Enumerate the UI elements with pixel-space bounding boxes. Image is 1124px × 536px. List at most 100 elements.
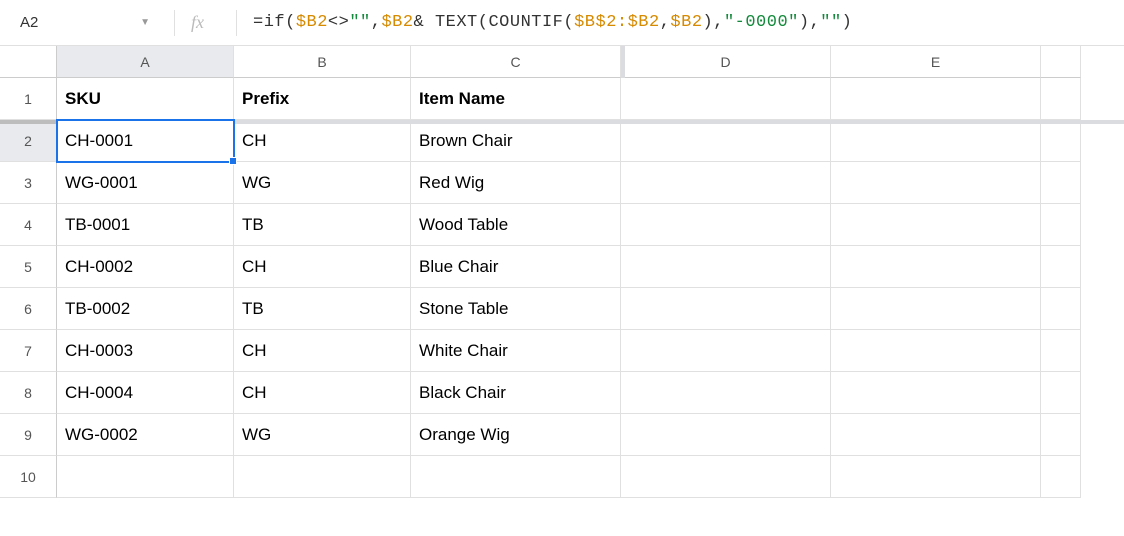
cell-b6[interactable]: TB xyxy=(234,288,411,330)
column-header-d[interactable]: D xyxy=(621,46,831,78)
cell[interactable] xyxy=(1041,288,1081,330)
cell[interactable] xyxy=(1041,120,1081,162)
cell[interactable] xyxy=(1041,456,1081,498)
divider xyxy=(174,10,175,36)
cell-d1[interactable] xyxy=(621,78,831,120)
cell-c9[interactable]: Orange Wig xyxy=(411,414,621,456)
row-header-1[interactable]: 1 xyxy=(0,78,57,120)
freeze-bar-vertical[interactable] xyxy=(621,46,625,78)
cell[interactable] xyxy=(1041,414,1081,456)
cell-a6[interactable]: TB-0002 xyxy=(57,288,234,330)
cell-d4[interactable] xyxy=(621,204,831,246)
formula-token: $B2 xyxy=(670,13,702,32)
cell-a8[interactable]: CH-0004 xyxy=(57,372,234,414)
formula-token: "" xyxy=(349,13,370,32)
row-header-5[interactable]: 5 xyxy=(0,246,57,288)
cell-a2[interactable]: CH-0001 xyxy=(57,120,234,162)
column-header-b[interactable]: B xyxy=(234,46,411,78)
cell-a4[interactable]: TB-0001 xyxy=(57,204,234,246)
cell[interactable] xyxy=(1041,162,1081,204)
cell-d6[interactable] xyxy=(621,288,831,330)
cell-b2[interactable]: CH xyxy=(234,120,411,162)
formula-token: ( xyxy=(563,13,574,32)
cell-d3[interactable] xyxy=(621,162,831,204)
cell[interactable] xyxy=(1041,78,1081,120)
select-all-corner[interactable] xyxy=(0,46,57,78)
formula-bar: A2 ▼ fx =if($B2<>"",$B2 & TEXT(COUNTIF($… xyxy=(0,0,1124,46)
column-header-c[interactable]: C xyxy=(411,46,621,78)
column-header-a[interactable]: A xyxy=(57,46,234,78)
cell-d8[interactable] xyxy=(621,372,831,414)
cell-e3[interactable] xyxy=(831,162,1041,204)
cell-c10[interactable] xyxy=(411,456,621,498)
divider xyxy=(236,10,237,36)
cell-a5[interactable]: CH-0002 xyxy=(57,246,234,288)
formula-token: , xyxy=(660,13,671,32)
cell-e5[interactable] xyxy=(831,246,1041,288)
cell-a10[interactable] xyxy=(57,456,234,498)
cell-b10[interactable] xyxy=(234,456,411,498)
row-header-6[interactable]: 6 xyxy=(0,288,57,330)
cell-d5[interactable] xyxy=(621,246,831,288)
row-header-3[interactable]: 3 xyxy=(0,162,57,204)
row-header-9[interactable]: 9 xyxy=(0,414,57,456)
cell-b5[interactable]: CH xyxy=(234,246,411,288)
freeze-handle-row[interactable] xyxy=(0,120,57,124)
formula-token: $B$2:$B2 xyxy=(574,13,660,32)
name-box[interactable]: A2 ▼ xyxy=(8,8,158,38)
cell[interactable] xyxy=(1041,330,1081,372)
row-header-2[interactable]: 2 xyxy=(0,120,57,162)
cell[interactable] xyxy=(1041,372,1081,414)
cell-b1[interactable]: Prefix xyxy=(234,78,411,120)
cell-e2[interactable] xyxy=(831,120,1041,162)
cell-b7[interactable]: CH xyxy=(234,330,411,372)
cell-c3[interactable]: Red Wig xyxy=(411,162,621,204)
formula-token: "" xyxy=(820,13,841,32)
cell-d9[interactable] xyxy=(621,414,831,456)
cell-e4[interactable] xyxy=(831,204,1041,246)
cell-c4[interactable]: Wood Table xyxy=(411,204,621,246)
formula-token: ) xyxy=(703,13,714,32)
cell-e1[interactable] xyxy=(831,78,1041,120)
formula-token: <> xyxy=(328,13,349,32)
column-header-e[interactable]: E xyxy=(831,46,1041,78)
row-header-7[interactable]: 7 xyxy=(0,330,57,372)
cell-c5[interactable]: Blue Chair xyxy=(411,246,621,288)
fx-icon: fx xyxy=(191,12,204,33)
cell-b9[interactable]: WG xyxy=(234,414,411,456)
cell-a1[interactable]: SKU xyxy=(57,78,234,120)
formula-token: ( xyxy=(285,13,296,32)
cell-c8[interactable]: Black Chair xyxy=(411,372,621,414)
cell-e6[interactable] xyxy=(831,288,1041,330)
cell-c7[interactable]: White Chair xyxy=(411,330,621,372)
column-header[interactable] xyxy=(1041,46,1081,78)
cell-a9[interactable]: WG-0002 xyxy=(57,414,234,456)
formula-token: ( xyxy=(478,13,489,32)
cell-c1[interactable]: Item Name xyxy=(411,78,621,120)
cell-e10[interactable] xyxy=(831,456,1041,498)
cell-b8[interactable]: CH xyxy=(234,372,411,414)
formula-token: $B2 xyxy=(381,13,413,32)
chevron-down-icon[interactable]: ▼ xyxy=(140,17,150,28)
cell-c6[interactable]: Stone Table xyxy=(411,288,621,330)
fill-handle[interactable] xyxy=(229,157,237,165)
cell-e8[interactable] xyxy=(831,372,1041,414)
cell[interactable] xyxy=(1041,204,1081,246)
row-header-8[interactable]: 8 xyxy=(0,372,57,414)
formula-input[interactable]: =if($B2<>"",$B2 & TEXT(COUNTIF($B$2:$B2,… xyxy=(253,8,1116,38)
row-header-4[interactable]: 4 xyxy=(0,204,57,246)
cell-a3[interactable]: WG-0001 xyxy=(57,162,234,204)
formula-token: ) xyxy=(842,13,853,32)
cell-d7[interactable] xyxy=(621,330,831,372)
cell-d2[interactable] xyxy=(621,120,831,162)
cell-c2[interactable]: Brown Chair xyxy=(411,120,621,162)
cell-e7[interactable] xyxy=(831,330,1041,372)
cell-e9[interactable] xyxy=(831,414,1041,456)
cell-a7[interactable]: CH-0003 xyxy=(57,330,234,372)
cell[interactable] xyxy=(1041,246,1081,288)
row-header-10[interactable]: 10 xyxy=(0,456,57,498)
cell-b3[interactable]: WG xyxy=(234,162,411,204)
formula-token: & TEXT xyxy=(414,13,478,32)
cell-b4[interactable]: TB xyxy=(234,204,411,246)
cell-d10[interactable] xyxy=(621,456,831,498)
